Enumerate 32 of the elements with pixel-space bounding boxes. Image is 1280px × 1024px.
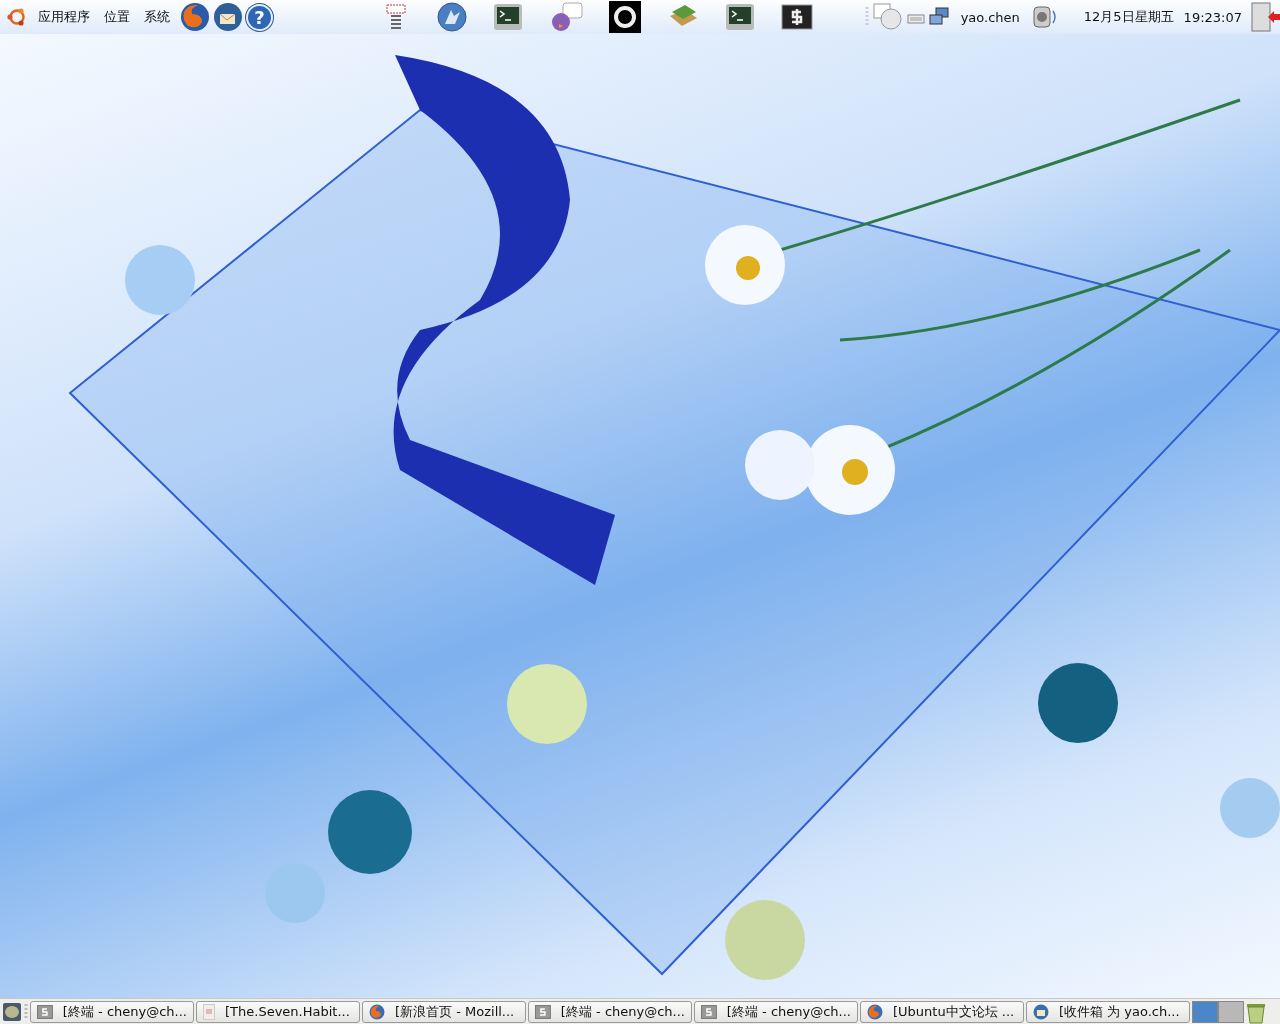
date-label[interactable]: 12月5日星期五 [1083, 8, 1174, 26]
terminal-icon [535, 1004, 551, 1019]
terminal-icon[interactable] [725, 3, 755, 31]
clock-time[interactable]: 19:23:07 [1183, 9, 1242, 25]
taskbar-window-button[interactable]: [新浪首页 - Mozill... [362, 1000, 526, 1023]
bird-speech-bubble-icon[interactable] [549, 2, 583, 32]
door-arrow-icon[interactable] [1250, 2, 1280, 32]
taskbar-window-button[interactable]: [終端 - cheny@ch... [30, 1000, 194, 1023]
terminal-icon [701, 1004, 717, 1019]
menu-item[interactable]: 位置 [97, 8, 137, 26]
taskbar-window-button[interactable]: [Ubuntu中文论坛 ... [860, 1000, 1024, 1023]
taskbar-window-button[interactable]: [終端 - cheny@ch... [694, 1000, 858, 1023]
document-icon [203, 1003, 215, 1020]
terminal-icon[interactable] [493, 3, 523, 31]
username-label[interactable]: yao.chen [960, 9, 1020, 25]
menu-item[interactable]: 应用程序 [31, 8, 97, 26]
taskbar-window-button[interactable]: [The.Seven.Habit... [196, 1000, 360, 1023]
workspace-switcher-cell[interactable] [1192, 1000, 1218, 1023]
desktop-icon[interactable] [2, 1001, 22, 1022]
handle-grip-icon[interactable] [864, 6, 869, 28]
dark-terminal-icon[interactable] [781, 4, 813, 30]
workspace-switcher-cell[interactable] [1218, 1000, 1244, 1023]
help-icon[interactable]: ? [246, 3, 273, 31]
bird-envelope-icon[interactable] [213, 2, 243, 32]
ubuntu-logo-icon[interactable] [6, 6, 28, 28]
bird-envelope-icon [1033, 1003, 1049, 1020]
taskbar-window-button[interactable]: [收件箱 为 yao.ch... [1026, 1000, 1190, 1023]
ring-logo-icon[interactable] [609, 1, 641, 33]
terminal-icon [37, 1004, 53, 1019]
taskbar-window-button[interactable]: [終端 - cheny@ch... [528, 1000, 692, 1023]
menu-item[interactable]: 系统 [137, 8, 177, 26]
network-computers-icon[interactable] [928, 7, 949, 27]
